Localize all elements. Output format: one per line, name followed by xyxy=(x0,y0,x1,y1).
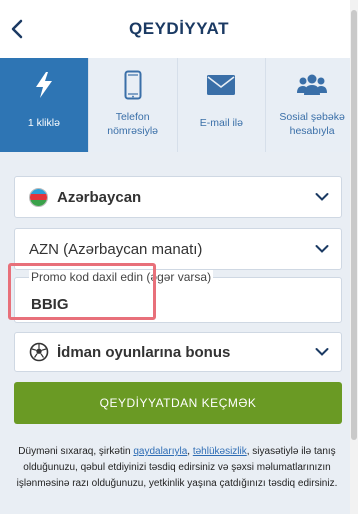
registration-form: Azərbaycan AZN (Azərbaycan manatı) Promo… xyxy=(0,152,350,514)
page-title: QEYDİYYAT xyxy=(129,19,229,38)
phone-icon xyxy=(113,70,153,100)
register-button[interactable]: QEYDİYYATDAN KEÇMƏK xyxy=(14,382,342,424)
envelope-icon xyxy=(201,70,241,100)
country-value: Azərbaycan xyxy=(57,188,142,206)
currency-value: AZN (Azərbaycan manatı) xyxy=(29,240,203,258)
tab-label: 1 kliklə xyxy=(27,117,60,129)
back-arrow-icon[interactable] xyxy=(8,18,28,40)
promo-highlight-box xyxy=(8,263,156,320)
chevron-down-icon xyxy=(315,245,329,253)
tab-label: Telefon nömrəsiylə xyxy=(107,111,159,137)
terms-part: Düyməni sıxaraq, şirkətin xyxy=(18,446,134,457)
users-icon xyxy=(292,70,332,100)
bonus-value: İdman oyunlarına bonus xyxy=(57,343,231,361)
header: QEYDİYYAT xyxy=(0,0,358,58)
rules-link[interactable]: qaydalarıyla xyxy=(133,446,187,457)
tab-label: Sosial şəbəkə hesabıyla xyxy=(279,111,345,137)
tab-one-click[interactable]: 1 kliklə xyxy=(0,58,89,152)
tab-label: E-mail ilə xyxy=(199,117,243,129)
tab-phone[interactable]: Telefon nömrəsiylə xyxy=(89,58,178,152)
country-select[interactable]: Azərbaycan xyxy=(14,176,342,218)
tab-email[interactable]: E-mail ilə xyxy=(178,58,267,152)
chevron-down-icon xyxy=(315,193,329,201)
terms-text: Düyməni sıxaraq, şirkətin qaydalarıyla, … xyxy=(14,444,340,492)
soccer-ball-icon xyxy=(29,342,49,362)
lightning-icon xyxy=(24,70,64,100)
tab-social[interactable]: Sosial şəbəkə hesabıyla xyxy=(266,58,358,152)
security-link[interactable]: təhlükəsizlik xyxy=(193,446,247,457)
scrollbar[interactable] xyxy=(350,0,358,514)
scrollbar-thumb[interactable] xyxy=(351,10,357,440)
azerbaijan-flag-icon xyxy=(29,187,48,207)
bonus-select[interactable]: İdman oyunlarına bonus xyxy=(14,332,342,372)
chevron-down-icon xyxy=(315,348,329,356)
registration-method-tabs: 1 kliklə Telefon nömrəsiylə E-mail ilə S… xyxy=(0,58,358,152)
